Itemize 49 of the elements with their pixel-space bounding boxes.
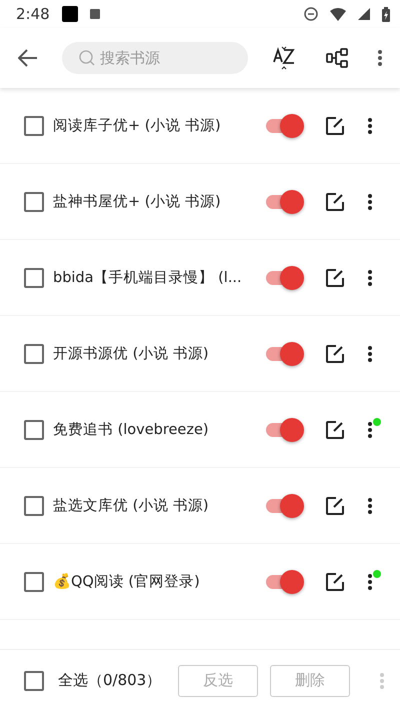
edit-icon: [326, 420, 344, 438]
source-name: 💰QQ阅读 (官网登录): [53, 572, 201, 591]
edit-icon: [326, 116, 344, 134]
source-name: 盐选文库优 (小说 书源): [53, 496, 210, 515]
battery-icon: [382, 6, 390, 22]
do-not-disturb-icon: [304, 7, 318, 21]
checkbox[interactable]: [24, 420, 44, 440]
toggle-switch[interactable]: [264, 114, 304, 138]
checkbox[interactable]: [24, 496, 44, 516]
checkbox[interactable]: [24, 192, 44, 212]
more-icon: [368, 118, 372, 134]
select-all-label: 全选（0/803）: [58, 671, 162, 690]
more-icon: [368, 574, 372, 590]
more-icon: [368, 422, 372, 438]
more-icon: [368, 346, 372, 362]
source-name: bbida【手机端目录慢】 (l...: [53, 268, 243, 287]
checkbox[interactable]: [24, 572, 44, 592]
more-icon: [368, 498, 372, 514]
select-all-checkbox[interactable]: [24, 670, 44, 690]
more-icon: [368, 270, 372, 286]
edit-icon: [326, 192, 344, 210]
edit-icon: [326, 268, 344, 286]
edit-icon: [326, 496, 344, 514]
source-name: 开源书源优 (小说 书源): [53, 345, 210, 363]
checkbox[interactable]: [24, 268, 44, 288]
checkbox[interactable]: [24, 344, 44, 364]
wifi-icon: [330, 8, 346, 20]
edit-icon: [326, 572, 344, 590]
signal-icon: [358, 8, 370, 20]
status-time: 2:48: [16, 5, 50, 23]
search-icon: [79, 50, 95, 66]
app-notification-icon: [90, 9, 100, 19]
toggle-switch[interactable]: [264, 342, 304, 366]
more-icon: [380, 672, 384, 688]
source-name: 免费追书 (lovebreeze): [53, 421, 210, 439]
search-field[interactable]: 搜索书源: [62, 42, 248, 74]
toggle-switch[interactable]: [264, 266, 304, 290]
toggle-switch[interactable]: [264, 418, 304, 442]
source-name: 盐神书屋优+ (小说 书源): [53, 193, 222, 211]
more-icon: [368, 194, 372, 210]
edit-icon: [326, 344, 344, 362]
checkbox[interactable]: [24, 116, 44, 136]
toggle-switch[interactable]: [264, 570, 304, 594]
toggle-switch[interactable]: [264, 494, 304, 518]
app-notification-icon: [62, 6, 78, 22]
toggle-switch[interactable]: [264, 190, 304, 214]
back-arrow-icon: [18, 49, 38, 67]
source-name: 阅读库子优+ (小说 书源): [53, 116, 222, 135]
more-icon: [378, 50, 382, 66]
